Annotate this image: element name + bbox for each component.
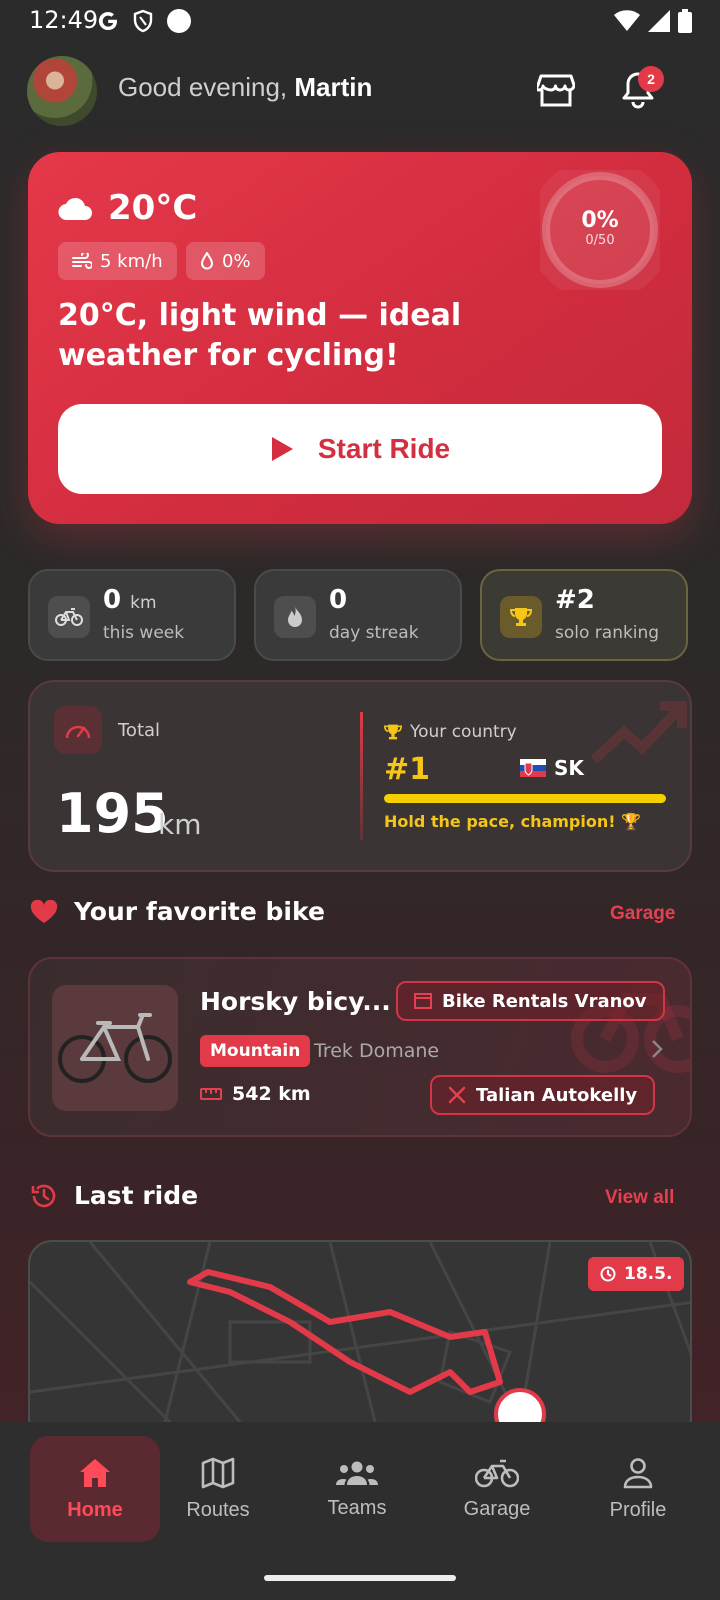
- country-label: Your country: [410, 722, 517, 742]
- ride-date-badge: 18.5.: [588, 1257, 685, 1291]
- store-icon: [414, 993, 432, 1009]
- trophy-icon: [384, 724, 402, 740]
- google-icon: [98, 12, 117, 31]
- status-time: 12:49: [29, 6, 99, 34]
- trend-icon: [590, 701, 687, 764]
- bike-distance: 542 km: [232, 1083, 311, 1105]
- bike-model: Trek Domane: [314, 1040, 440, 1062]
- slovakia-flag-icon: [520, 759, 546, 777]
- avatar[interactable]: [27, 56, 97, 126]
- stat-ranking[interactable]: #2 solo ranking: [480, 569, 688, 661]
- precipitation-pill: 0%: [186, 242, 265, 280]
- heart-icon: [30, 899, 58, 923]
- streak-label: day streak: [329, 623, 419, 643]
- circle-status-icon: [167, 9, 191, 33]
- home-indicator[interactable]: [264, 1575, 456, 1581]
- flame-icon: [288, 606, 302, 627]
- cheer-text: Hold the pace, champion! 🏆: [384, 812, 642, 831]
- drop-icon: [200, 252, 214, 270]
- nav-garage[interactable]: Garage: [432, 1436, 562, 1542]
- goal-progress: 0/50: [585, 233, 615, 248]
- shop-button[interactable]: [532, 66, 580, 114]
- greeting-text: Good evening,: [118, 72, 288, 102]
- nav-profile-label: Profile: [609, 1498, 667, 1521]
- wind-icon: [72, 253, 92, 269]
- nav-garage-label: Garage: [463, 1497, 531, 1520]
- home-icon: [80, 1458, 110, 1487]
- play-icon: [271, 437, 293, 461]
- person-icon: [623, 1457, 653, 1488]
- chevron-right-icon: [652, 1040, 663, 1058]
- nav-teams[interactable]: Teams: [292, 1436, 422, 1542]
- nav-routes-label: Routes: [186, 1498, 250, 1521]
- nav-home[interactable]: Home: [30, 1436, 160, 1542]
- user-name: Martin: [294, 72, 373, 102]
- history-icon: [31, 1184, 56, 1207]
- week-unit: km: [130, 593, 157, 613]
- weather-message: 20°C, light wind — ideal weather for cyc…: [58, 298, 462, 373]
- tools-icon: [448, 1086, 466, 1104]
- garage-link[interactable]: Garage: [610, 903, 675, 925]
- streak-value: 0: [329, 585, 348, 615]
- last-ride-title: Last ride: [74, 1181, 199, 1210]
- battery-icon: [678, 9, 692, 33]
- ride-date: 18.5.: [624, 1264, 673, 1284]
- trophy-icon: [510, 608, 532, 626]
- favorite-bike-card[interactable]: Horsky bicy... Bike Rentals Vranov Mount…: [28, 957, 692, 1137]
- stat-streak[interactable]: 0 day streak: [254, 569, 462, 661]
- bike-name: Horsky bicy...: [200, 987, 391, 1016]
- ruler-icon: [200, 1088, 222, 1100]
- country-rank: #1: [384, 752, 431, 787]
- weather-card: 20°C 5 km/h 0% 20°C, light wind — ideal …: [28, 152, 692, 524]
- goal-percent: 0%: [581, 208, 619, 233]
- rental-chip[interactable]: Bike Rentals Vranov: [396, 981, 665, 1021]
- country-progress-bar: [384, 794, 666, 803]
- service-chip[interactable]: Talian Autokelly: [430, 1075, 656, 1115]
- clock-icon: [600, 1266, 616, 1282]
- precipitation-value: 0%: [222, 250, 251, 272]
- wind-pill: 5 km/h: [58, 242, 177, 280]
- bike-type-tag: Mountain: [200, 1035, 311, 1067]
- nav-teams-label: Teams: [327, 1496, 387, 1519]
- cloud-icon: [58, 197, 92, 221]
- start-ride-label: Start Ride: [317, 433, 451, 464]
- total-label: Total: [118, 720, 161, 741]
- signal-icon: [648, 10, 670, 32]
- temperature: 20°C: [108, 188, 198, 228]
- bike-image: [52, 985, 178, 1111]
- start-ride-button[interactable]: Start Ride: [58, 404, 662, 494]
- bike-icon: [55, 608, 83, 626]
- country-code: SK: [554, 756, 584, 780]
- wifi-icon: [614, 10, 640, 31]
- total-unit: km: [158, 808, 202, 841]
- nav-home-label: Home: [67, 1498, 123, 1521]
- bike-icon: [475, 1459, 519, 1487]
- service-name: Talian Autokelly: [476, 1084, 638, 1106]
- divider: [360, 712, 363, 840]
- status-bar: 12:49: [0, 0, 720, 44]
- view-all-link[interactable]: View all: [605, 1187, 674, 1209]
- shield-icon: [133, 9, 153, 33]
- map-icon: [201, 1457, 235, 1488]
- wind-value: 5 km/h: [100, 250, 163, 272]
- bike-watermark-icon: [571, 993, 690, 1073]
- greeting: Good evening, Martin: [118, 72, 372, 103]
- bottom-nav: Home Routes Teams Garage Profile: [0, 1422, 720, 1600]
- ranking-value: #2: [555, 585, 595, 615]
- total-card[interactable]: Total 195 km Your country #1 SK Hold the…: [28, 680, 692, 872]
- speedometer-icon: [65, 725, 91, 739]
- week-label: this week: [103, 623, 185, 643]
- nav-profile[interactable]: Profile: [573, 1436, 703, 1542]
- group-icon: [336, 1461, 378, 1485]
- nav-routes[interactable]: Routes: [153, 1436, 283, 1542]
- total-value: 195: [56, 782, 169, 845]
- notification-badge: 2: [638, 66, 664, 92]
- road-bike-icon: [58, 1013, 172, 1083]
- favorite-bike-title: Your favorite bike: [74, 897, 325, 926]
- store-icon: [537, 74, 575, 107]
- ranking-label: solo ranking: [555, 623, 660, 643]
- week-value: 0: [103, 585, 122, 615]
- stat-week[interactable]: 0 km this week: [28, 569, 236, 661]
- rental-name: Bike Rentals Vranov: [442, 990, 647, 1012]
